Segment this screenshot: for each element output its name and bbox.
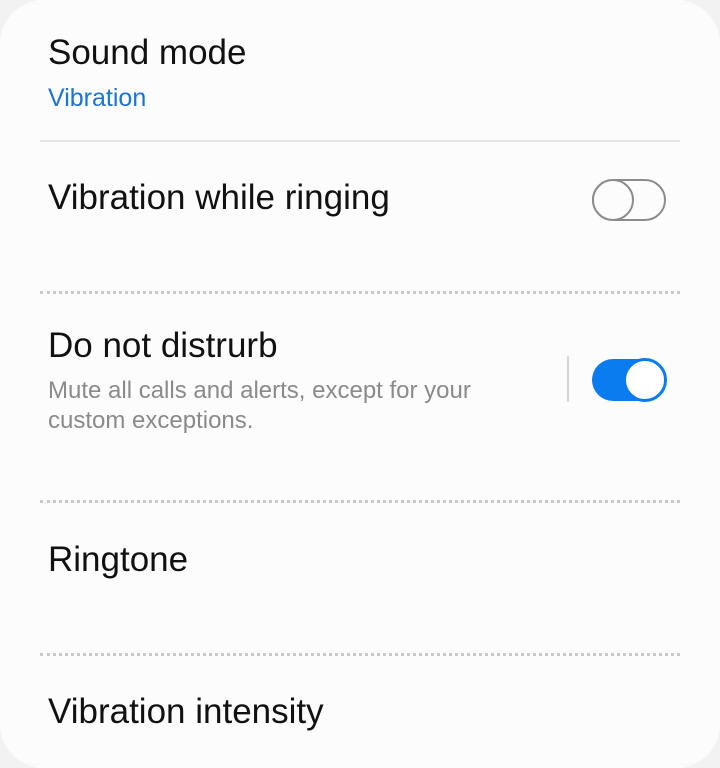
switch-knob xyxy=(592,179,634,221)
sound-mode-item[interactable]: Sound mode Vibration xyxy=(48,33,680,113)
vibration-while-ringing-item[interactable]: Vibration while ringing xyxy=(48,178,680,218)
vibration-while-ringing-title: Vibration while ringing xyxy=(48,178,390,217)
ringtone-item[interactable]: Ringtone xyxy=(48,540,680,580)
sound-mode-value: Vibration xyxy=(48,84,147,112)
do-not-disturb-switch[interactable] xyxy=(592,358,667,402)
do-not-disturb-title: Do not distrurb xyxy=(48,326,278,365)
vibration-intensity-item[interactable]: Vibration intensity xyxy=(48,692,680,732)
divider xyxy=(40,291,680,294)
divider xyxy=(40,140,680,142)
vibration-intensity-title: Vibration intensity xyxy=(48,692,324,731)
divider xyxy=(40,653,680,656)
vibration-while-ringing-switch[interactable] xyxy=(592,179,666,221)
do-not-disturb-description: Mute all calls and alerts, except for yo… xyxy=(48,377,471,434)
divider xyxy=(40,500,680,503)
ringtone-title: Ringtone xyxy=(48,540,189,579)
switch-knob xyxy=(623,358,667,402)
vertical-divider xyxy=(567,356,569,402)
do-not-disturb-item[interactable]: Do not distrurb Mute all calls and alert… xyxy=(48,326,680,436)
sound-mode-title: Sound mode xyxy=(48,33,247,72)
settings-card: Sound mode Vibration Vibration while rin… xyxy=(0,0,720,768)
